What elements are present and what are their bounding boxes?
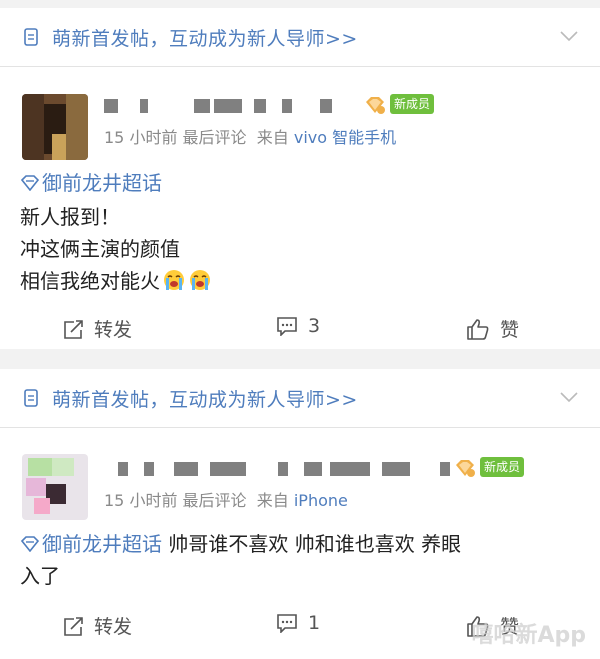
comment-icon bbox=[277, 317, 297, 337]
newbie-banner-2[interactable]: 萌新首发帖，互动成为新人导师>> bbox=[0, 369, 600, 428]
username-blurred[interactable] bbox=[104, 458, 450, 480]
crying-face-emoji bbox=[190, 270, 210, 290]
post-card-2: 新成员 15 小时前 最后评论 来自 iPhone 御前龙井超话 帅哥谁不喜欢 … bbox=[0, 428, 600, 659]
topic-label: 御前龙井超话 bbox=[42, 171, 162, 195]
post-meta: 15 小时前 最后评论 来自 vivo 智能手机 bbox=[104, 128, 397, 147]
post-actions: 转发 3 赞 bbox=[0, 307, 600, 347]
repost-icon bbox=[64, 320, 83, 339]
repost-button[interactable]: 转发 bbox=[62, 612, 132, 639]
source-link[interactable]: vivo 智能手机 bbox=[294, 128, 396, 147]
banner-text: 萌新首发帖，互动成为新人导师>> bbox=[52, 28, 358, 50]
like-button[interactable]: 赞 bbox=[466, 315, 519, 342]
newbie-banner-1[interactable]: 萌新首发帖，互动成为新人导师>> bbox=[0, 8, 600, 67]
comment-button[interactable]: 1 bbox=[276, 612, 320, 634]
chevron-down-icon[interactable] bbox=[560, 30, 578, 42]
post-meta: 15 小时前 最后评论 来自 iPhone bbox=[104, 491, 348, 510]
post-card-1: 新成员 15 小时前 最后评论 来自 vivo 智能手机 御前龙井超话 新人报到… bbox=[0, 67, 600, 349]
username-blurred[interactable] bbox=[104, 95, 364, 117]
watermark: 嘻哈新App bbox=[471, 623, 586, 648]
avatar[interactable] bbox=[22, 94, 88, 160]
new-member-badge: 新成员 bbox=[390, 94, 435, 114]
comment-icon bbox=[277, 614, 297, 634]
super-topic-link[interactable]: 御前龙井超话 bbox=[20, 167, 162, 196]
post-text: 新人报到！ 冲这俩主演的颜值 相信我绝对能火 bbox=[20, 201, 212, 297]
doc-icon bbox=[24, 389, 38, 407]
comment-button[interactable]: 3 bbox=[276, 315, 320, 337]
banner-text: 萌新首发帖，互动成为新人导师>> bbox=[52, 389, 358, 411]
super-topic-icon bbox=[20, 175, 40, 191]
like-icon bbox=[467, 319, 489, 340]
repost-button[interactable]: 转发 bbox=[62, 315, 132, 342]
doc-icon bbox=[24, 28, 38, 46]
super-topic-icon bbox=[20, 536, 40, 552]
repost-icon bbox=[64, 617, 83, 636]
new-member-badge: 新成员 bbox=[480, 457, 525, 477]
crying-face-emoji bbox=[164, 270, 184, 290]
chevron-down-icon[interactable] bbox=[560, 391, 578, 403]
post-text: 御前龙井超话 帅哥谁不喜欢 帅和谁也喜欢 养眼 入了 bbox=[20, 532, 462, 588]
source-link[interactable]: iPhone bbox=[294, 491, 348, 510]
super-topic-link[interactable]: 御前龙井超话 bbox=[20, 532, 162, 556]
diamond-icon bbox=[456, 460, 475, 477]
diamond-icon bbox=[366, 97, 385, 114]
avatar[interactable] bbox=[22, 454, 88, 520]
